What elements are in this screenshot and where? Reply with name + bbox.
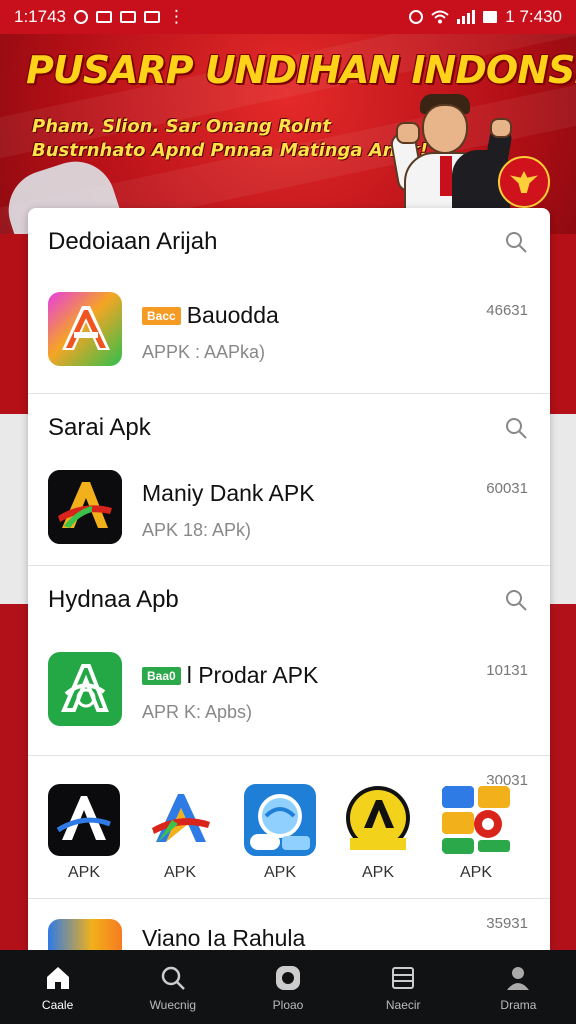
nav-label: Ploao: [272, 998, 304, 1012]
a-logo-dark-icon: [48, 470, 122, 544]
app-count: 60031: [486, 480, 528, 497]
a-logo-colored-icon: [144, 784, 216, 856]
grid-app-label: APK: [361, 864, 394, 881]
app-count: 10131: [486, 662, 528, 679]
search-icon[interactable]: [504, 230, 528, 254]
app-name-text: l Prodar APK: [186, 662, 319, 688]
app-list-item[interactable]: Baa0 l Prodar APK APR K: Apbs) 10131: [28, 652, 550, 742]
nav-label: Drama: [500, 998, 537, 1012]
battery-icon: [483, 11, 498, 23]
grid-app-item[interactable]: APK: [438, 784, 514, 890]
yellow-a-app-icon: [342, 784, 414, 856]
a-logo-black-icon: [48, 784, 120, 856]
nav-item-home[interactable]: Caale: [0, 950, 115, 1024]
message-icon: [96, 11, 112, 23]
grid-app-item[interactable]: APK: [242, 784, 318, 890]
section-title: Sarai Apk: [48, 414, 151, 441]
record-icon: [276, 966, 300, 990]
section-1: Dedoiaan Arijah Bacc Bauodda APPK : AAPk…: [28, 208, 550, 394]
search-icon[interactable]: [504, 588, 528, 612]
mascot-tie: [440, 156, 452, 196]
section-header: Hydnaa Apb: [28, 566, 550, 616]
app-subtitle: APR K: Apbs): [142, 702, 253, 722]
nav-label: Naecir: [385, 998, 421, 1012]
section-title: Hydnaa Apb: [48, 586, 179, 613]
grid-app-item[interactable]: APK: [142, 784, 218, 890]
app-name: Bacc Bauodda: [142, 302, 279, 329]
nav-item-search[interactable]: Wuecnig: [115, 950, 230, 1024]
status-time-left: 1:1743: [14, 7, 66, 26]
nav-item-record[interactable]: Ploao: [230, 950, 345, 1024]
status-bar: 1:1743 ⋮ 1 7:430: [0, 0, 576, 34]
bottom-navigation: Caale Wuecnig Ploao Naecir Drama: [0, 950, 576, 1024]
status-time-right: 1 7:430: [505, 7, 562, 26]
app-name: Viano Ia Rahula: [142, 925, 306, 950]
grid-app-label: APK: [263, 864, 296, 881]
app-gradient-icon: [48, 919, 122, 950]
more-notifications-icon: ⋮: [168, 7, 185, 26]
app-list-item[interactable]: Maniy Dank APK APK 18: APk) 60031: [28, 470, 550, 560]
grid-app-item[interactable]: APK: [46, 784, 122, 890]
app-subtitle: APPK : AAPka): [142, 342, 266, 362]
app-icon-grid: APK APK APK APK APK: [28, 784, 550, 890]
blue-circle-app-icon: [244, 784, 316, 856]
section-2: Sarai Apk Maniy Dank APK APK 18: APk) 60…: [28, 394, 550, 566]
menu-icon: [392, 967, 415, 989]
nav-label: Wuecnig: [149, 998, 197, 1012]
app-name-text: Bauodda: [186, 302, 279, 328]
app-list-item-partial[interactable]: Viano Ia Rahula 35931: [28, 898, 550, 950]
home-icon: [46, 967, 69, 989]
grid-app-label: APK: [67, 864, 100, 881]
alarm-icon: [409, 10, 424, 24]
status-left: 1:1743 ⋮: [14, 7, 185, 27]
grid-app-label: APK: [163, 864, 196, 881]
app-tag: Bacc: [142, 306, 181, 325]
mascot-fist-right: [490, 118, 512, 138]
grid-app-label: APK: [459, 864, 492, 881]
banner-subtitle-line1: Pham, Slion. Sar Onang Rolnt: [32, 116, 332, 137]
status-right: 1 7:430: [409, 7, 562, 27]
section-header: Dedoiaan Arijah: [28, 208, 550, 258]
section-3: Hydnaa Apb Baa0 l Prodar APK APR K: Apbs…: [28, 566, 550, 756]
profile-icon: [507, 967, 530, 990]
signal-icon: [457, 10, 476, 24]
nav-label: Caale: [41, 998, 74, 1012]
nav-item-profile[interactable]: Drama: [461, 950, 576, 1024]
app-subtitle: APK 18: APk): [142, 520, 252, 540]
app-count: 35931: [486, 915, 528, 932]
garuda-emblem-icon: [498, 156, 550, 208]
nav-item-menu[interactable]: Naecir: [346, 950, 461, 1024]
section-title: Dedoiaan Arijah: [48, 228, 218, 255]
multicolor-app-icon: [440, 784, 512, 856]
search-icon: [161, 966, 185, 990]
app-tag: Baa0: [142, 666, 181, 685]
grid-app-item[interactable]: APK: [340, 784, 416, 890]
a-logo-gradient-icon: [48, 292, 122, 366]
search-icon[interactable]: [504, 416, 528, 440]
clock-icon: [74, 10, 88, 24]
garuda-bird-icon: [510, 171, 538, 193]
mascot-head: [422, 104, 468, 154]
mascot-fist-left: [396, 122, 420, 144]
download-icon: [144, 11, 160, 23]
app-count: 46631: [486, 302, 528, 319]
app-name-text: Maniy Dank APK: [142, 480, 315, 506]
wifi-icon: [431, 10, 449, 24]
a-logo-green-icon: [48, 652, 122, 726]
app-list-card: Dedoiaan Arijah Bacc Bauodda APPK : AAPk…: [28, 208, 550, 950]
promo-banner[interactable]: PUSARP UNDIHAN INDONSIAI Pham, Slion. Sa…: [0, 34, 576, 234]
app-name: Baa0 l Prodar APK: [142, 662, 318, 689]
app-list-item[interactable]: Bacc Bauodda APPK : AAPka) 46631: [28, 292, 550, 382]
app-name: Maniy Dank APK: [142, 480, 315, 507]
gallery-icon: [120, 11, 136, 23]
banner-subtitle-line2: Bustrnhato Apnd Pnnaa Matinga Anak!: [32, 140, 428, 161]
banner-title: PUSARP UNDIHAN INDONSIAI: [26, 48, 576, 92]
section-header: Sarai Apk: [28, 394, 550, 444]
